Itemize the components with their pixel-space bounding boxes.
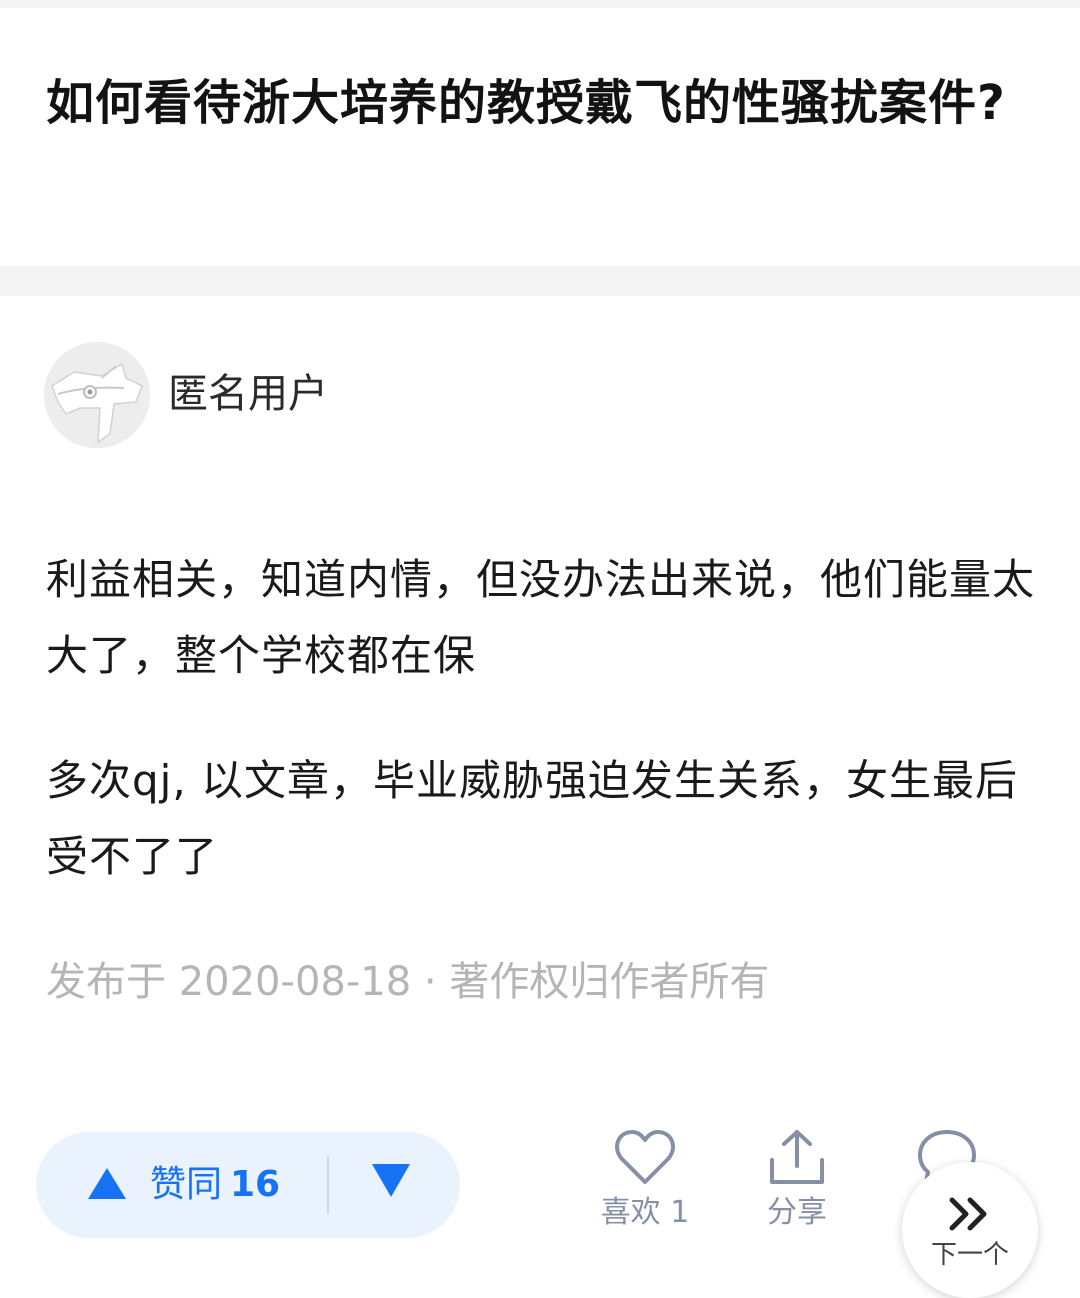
like-label: 喜欢 1 xyxy=(600,1195,690,1230)
share-label: 分享 xyxy=(767,1195,827,1230)
vote-up-label: 赞同 xyxy=(150,1164,223,1205)
arrow-up-icon xyxy=(88,1168,126,1199)
publish-meta: 发布于 2020-08-18 · 著作权归作者所有 xyxy=(46,959,770,1005)
share-icon xyxy=(770,1130,824,1184)
answer-paragraph: 多次qj, 以文章，毕业威胁强迫发生关系，女生最后受不了了 xyxy=(46,756,1019,881)
anonymous-avatar-icon xyxy=(44,342,150,448)
double-chevron-right-icon xyxy=(949,1197,987,1231)
share-button[interactable]: 分享 xyxy=(742,1128,852,1248)
vote-up-count: 16 xyxy=(230,1164,281,1205)
like-button[interactable]: 喜欢 1 xyxy=(590,1128,700,1248)
next-answer-button[interactable]: 下一个 xyxy=(902,1162,1038,1298)
question-title[interactable]: 如何看待浙大培养的教授戴飞的性骚扰案件? xyxy=(46,62,1036,145)
top-strip xyxy=(0,0,1080,8)
anonymous-avatar[interactable] xyxy=(44,342,150,448)
heart-icon xyxy=(615,1130,675,1184)
arrow-down-icon xyxy=(372,1164,410,1197)
vote-down-button[interactable] xyxy=(330,1132,460,1238)
vote-up-button[interactable]: 赞同 16 xyxy=(36,1132,326,1238)
vote-bar: 赞同 16 xyxy=(36,1132,460,1238)
vote-divider xyxy=(327,1156,329,1214)
section-separator xyxy=(0,266,1080,296)
answer-paragraph: 利益相关，知道内情，但没办法出来说，他们能量太大了，整个学校都在保 xyxy=(46,555,1036,680)
author-name[interactable]: 匿名用户 xyxy=(168,368,328,420)
